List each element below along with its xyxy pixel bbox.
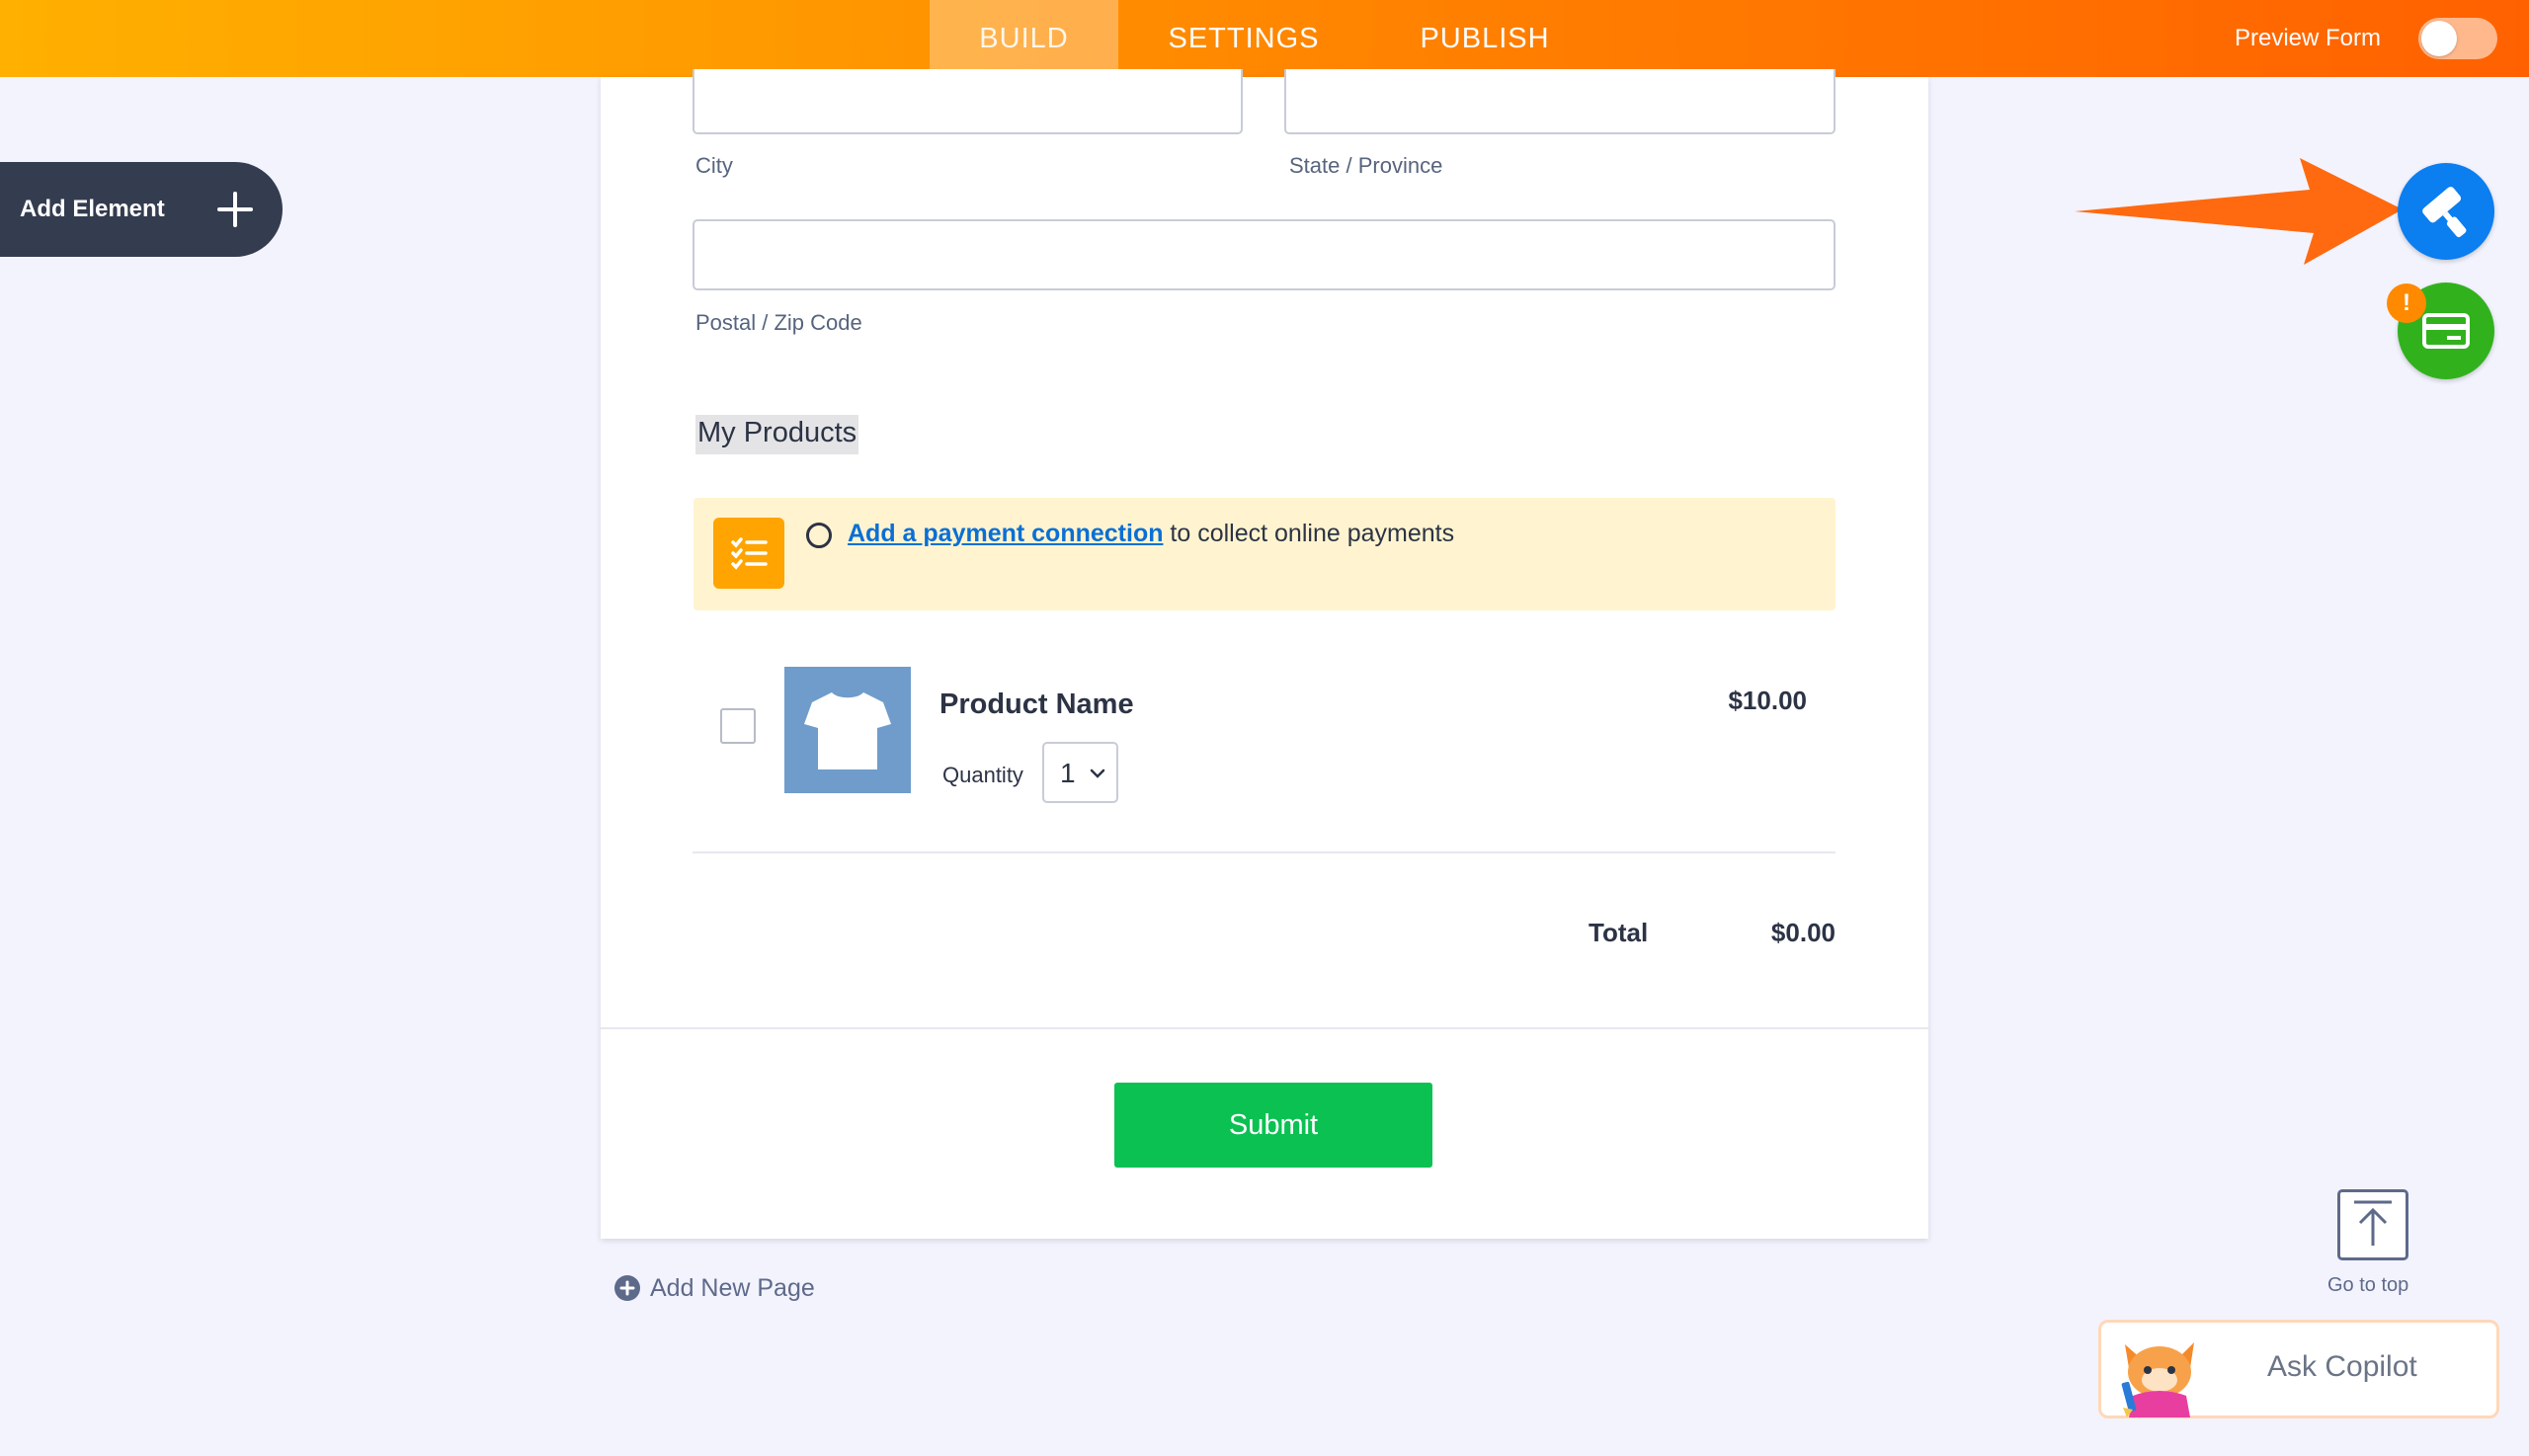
submit-button[interactable]: Submit [1114,1083,1432,1168]
tab-publish[interactable]: PUBLISH [1388,0,1582,77]
tab-build[interactable]: BUILD [930,0,1118,77]
quantity-label: Quantity [942,763,1023,787]
add-element-label: Add Element [20,196,165,222]
toggle-knob [2421,21,2457,56]
city-label: City [695,153,733,178]
preview-form-label: Preview Form [2234,25,2381,51]
tshirt-product-image [784,667,911,793]
add-element-button[interactable]: Add Element [0,162,283,257]
chevron-down-icon [1090,768,1105,778]
city-input[interactable] [693,69,1243,134]
products-heading[interactable]: My Products [695,415,859,454]
submit-section-divider [601,1027,1928,1029]
annotation-arrow-icon [2075,158,2403,265]
quantity-dropdown[interactable]: 1 [1042,742,1118,803]
plus-circle-icon [614,1275,640,1301]
copilot-avatar-icon [2121,1342,2194,1417]
preview-form-toggle[interactable] [2418,18,2497,59]
total-value: $0.00 [1770,918,1836,947]
tshirt-icon [804,692,891,769]
add-new-page-button[interactable]: Add New Page [614,1272,815,1304]
postal-zip-label: Postal / Zip Code [695,310,862,335]
checklist-icon [713,518,784,589]
form-designer-button[interactable] [2398,163,2494,260]
quantity-value: 1 [1060,758,1076,788]
postal-zip-input[interactable] [693,219,1836,290]
top-navigation-bar: BUILD SETTINGS PUBLISH Preview Form [0,0,2529,77]
go-to-top-button[interactable] [2337,1189,2408,1260]
payment-banner-rest: to collect online payments [1163,520,1455,547]
product-price: $10.00 [1728,686,1807,715]
radio-circle-icon [806,523,832,548]
product-checkbox[interactable] [720,708,756,744]
state-province-input[interactable] [1284,69,1836,134]
add-new-page-label: Add New Page [650,1273,815,1302]
total-label: Total [1589,918,1649,947]
arrow-up-icon [2354,1200,2392,1246]
products-divider [693,851,1836,853]
state-province-label: State / Province [1289,153,1443,178]
tab-settings[interactable]: SETTINGS [1134,0,1353,77]
paint-roller-icon [2422,187,2467,238]
go-to-top-label[interactable]: Go to top [2327,1274,2408,1297]
payment-connection-banner: Add a payment connection to collect onli… [693,498,1836,610]
payment-banner-text: Add a payment connection to collect onli… [848,520,1454,548]
warning-badge: ! [2387,283,2426,323]
ask-copilot-label: Ask Copilot [2267,1350,2417,1383]
product-name: Product Name [939,688,1134,720]
ask-copilot-button[interactable]: Ask Copilot [2098,1320,2499,1418]
add-payment-connection-link[interactable]: Add a payment connection [848,520,1163,547]
plus-icon [217,192,253,227]
